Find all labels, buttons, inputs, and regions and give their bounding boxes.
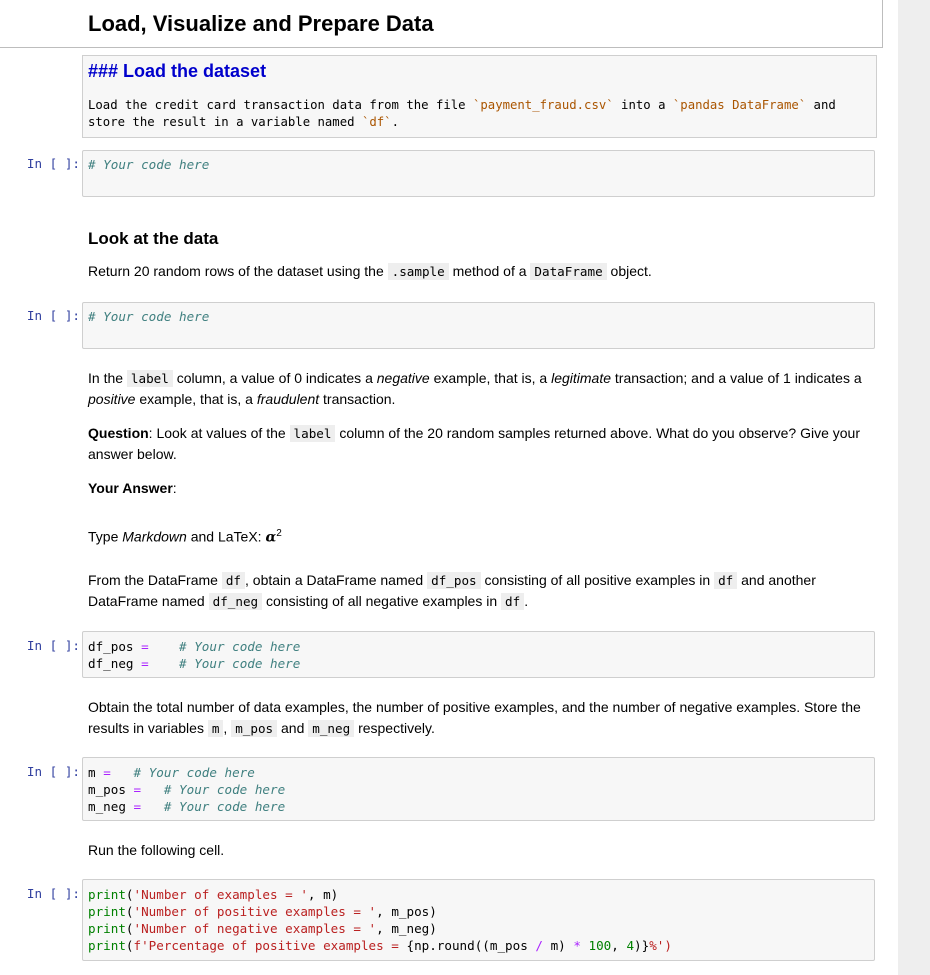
markdown-cell-label-explanation[interactable]: In the label column, a value of 0 indica… (88, 368, 878, 499)
cell-prompt: In [ ]: (26, 886, 80, 901)
code-line: print(f'Percentage of positive examples … (88, 938, 672, 953)
code-line: df_neg = # Your code here (88, 656, 301, 671)
vertical-scrollbar[interactable] (898, 0, 930, 975)
code-cell-counts[interactable]: m = # Your code here m_pos = # Your code… (82, 757, 875, 821)
markdown-heading: ### Load the dataset (88, 61, 267, 81)
look-description: Return 20 random rows of the dataset usi… (88, 263, 652, 280)
count-paragraph: Obtain the total number of data examples… (88, 699, 861, 737)
code-line: m_neg = # Your code here (88, 799, 286, 814)
markdown-source-text: Load the credit card transaction data fr… (88, 98, 836, 129)
markdown-cell-count[interactable]: Obtain the total number of data examples… (88, 697, 878, 739)
code-line: m = # Your code here (88, 765, 255, 780)
code-cell-split[interactable]: df_pos = # Your code here df_neg = # You… (82, 631, 875, 678)
code-cell-print[interactable]: print('Number of examples = ', m) print(… (82, 879, 875, 961)
label-paragraph: In the label column, a value of 0 indica… (88, 370, 862, 407)
split-paragraph: From the DataFrame df, obtain a DataFram… (88, 572, 816, 610)
code-comment: # Your code here (88, 157, 210, 172)
look-heading: Look at the data (88, 229, 219, 248)
markdown-cell-answer[interactable]: Type Markdown and LaTeX: α2 (88, 523, 878, 549)
code-line: df_pos = # Your code here (88, 639, 301, 654)
cell-prompt: In [ ]: (26, 308, 80, 323)
markdown-hint: Type Markdown and LaTeX: α2 (88, 528, 282, 546)
section-title: Load, Visualize and Prepare Data (88, 11, 434, 36)
code-cell-load[interactable]: # Your code here (82, 150, 875, 197)
run-instruction: Run the following cell. (88, 842, 225, 858)
code-cell-sample[interactable]: # Your code here (82, 302, 875, 349)
your-answer-label: Your Answer: (88, 480, 177, 496)
cell-prompt: In [ ]: (26, 156, 80, 171)
question-paragraph: Question: Look at values of the label co… (88, 425, 860, 462)
code-comment: # Your code here (88, 309, 210, 324)
section-title-cell[interactable]: Load, Visualize and Prepare Data (0, 0, 883, 48)
markdown-cell-run[interactable]: Run the following cell. (88, 840, 878, 861)
markdown-cell-load-dataset[interactable]: ### Load the dataset Load the credit car… (82, 55, 877, 138)
code-line: print('Number of positive examples = ', … (88, 904, 437, 919)
code-line: print('Number of examples = ', m) (88, 887, 339, 902)
cell-prompt: In [ ]: (26, 638, 80, 653)
cell-prompt: In [ ]: (26, 764, 80, 779)
markdown-cell-split[interactable]: From the DataFrame df, obtain a DataFram… (88, 570, 878, 612)
code-line: print('Number of negative examples = ', … (88, 921, 437, 936)
markdown-cell-look[interactable]: Look at the data Return 20 random rows o… (88, 228, 878, 282)
code-line: m_pos = # Your code here (88, 782, 286, 797)
